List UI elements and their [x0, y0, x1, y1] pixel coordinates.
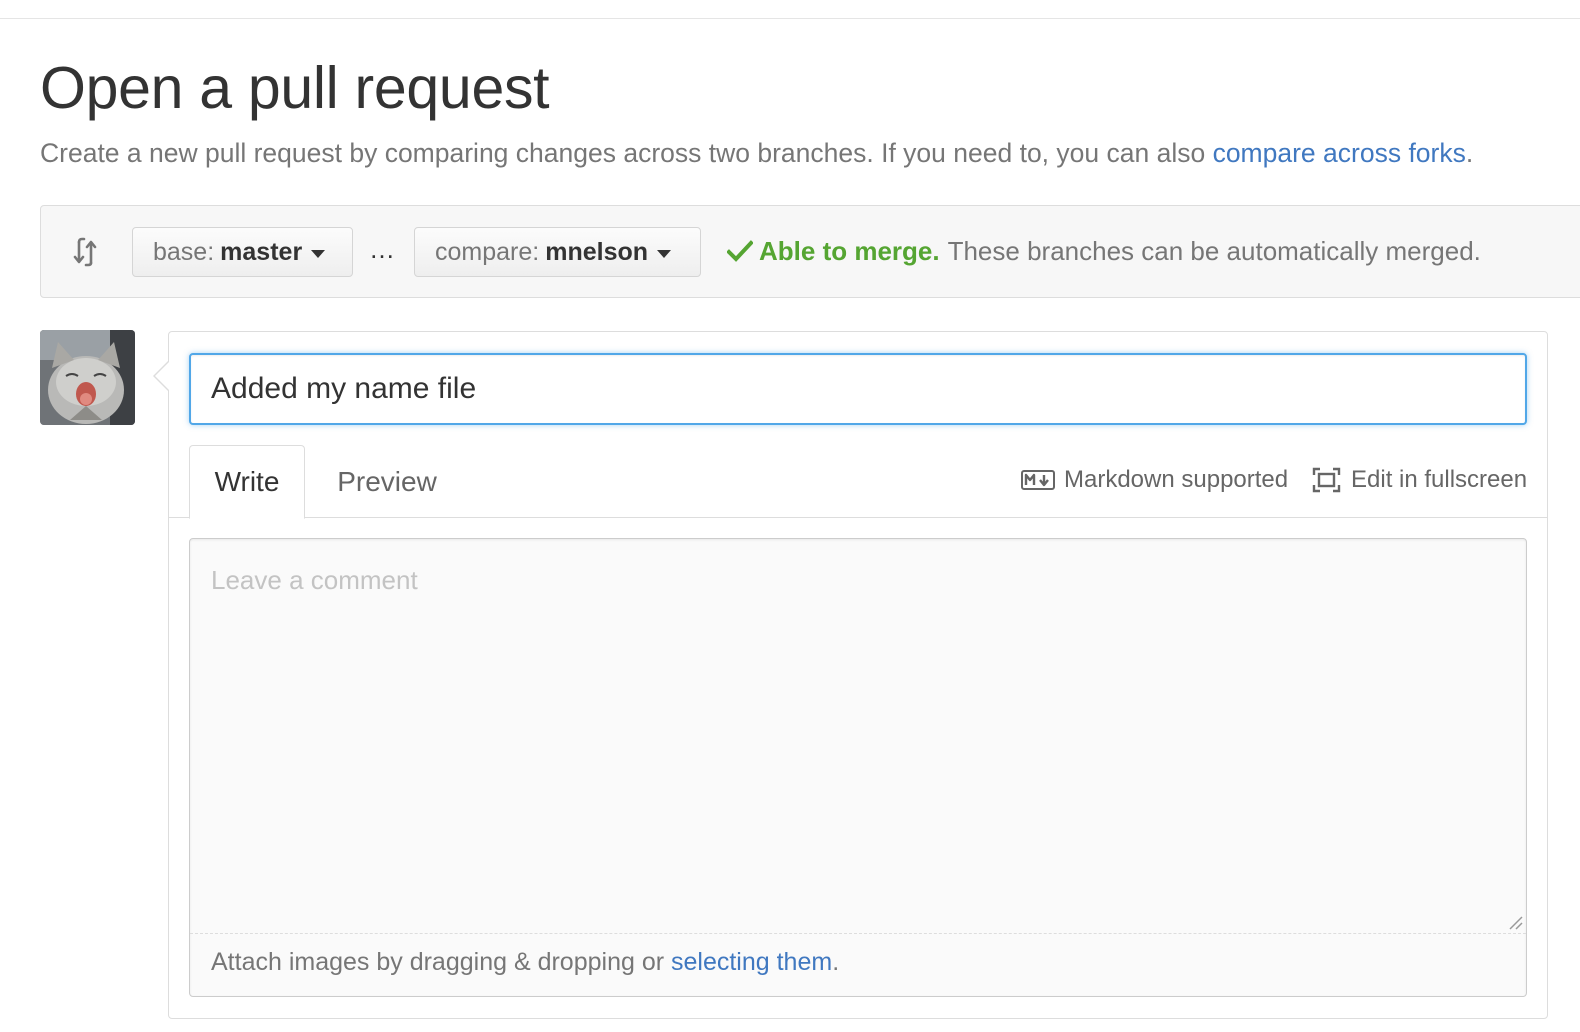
markdown-supported-link[interactable]: Markdown supported	[1021, 466, 1288, 494]
resize-handle-icon[interactable]	[1506, 913, 1524, 931]
attach-images-end: .	[832, 948, 840, 976]
edit-fullscreen-label: Edit in fullscreen	[1351, 466, 1528, 493]
branch-range-bar: base: master … compare: mnelson Able to …	[40, 205, 1580, 298]
merge-status-ok: Able to merge.	[759, 236, 940, 266]
attach-images-bar[interactable]: Attach images by dragging & dropping or …	[190, 933, 1526, 996]
range-separator: …	[369, 234, 396, 264]
page-subtitle: Create a new pull request by comparing c…	[40, 136, 1473, 170]
top-divider	[0, 18, 1580, 19]
avatar-image	[40, 330, 135, 425]
merge-status: Able to merge. These branches can be aut…	[727, 234, 1481, 268]
markdown-supported-label: Markdown supported	[1064, 466, 1289, 493]
comment-pointer-fill	[155, 361, 170, 391]
compare-branch-name: mnelson	[545, 237, 649, 266]
edit-fullscreen-button[interactable]: Edit in fullscreen	[1312, 466, 1527, 494]
pull-request-title-input[interactable]	[189, 353, 1527, 425]
compare-branch-select[interactable]: compare: mnelson	[414, 227, 701, 277]
base-branch-select[interactable]: base: master	[132, 227, 353, 277]
attach-images-text: Attach images by dragging & dropping or	[211, 948, 671, 976]
subtitle-end: .	[1465, 138, 1474, 168]
base-branch-name: master	[220, 237, 303, 266]
write-panel: Attach images by dragging & dropping or …	[189, 538, 1527, 997]
markdown-icon	[1021, 470, 1055, 490]
merge-status-detail: These branches can be automatically merg…	[947, 236, 1481, 266]
avatar[interactable]	[40, 330, 135, 425]
check-icon	[727, 240, 753, 262]
pull-request-form: Write Preview Markdown supported Edit in…	[153, 331, 1548, 1019]
git-compare-icon	[73, 237, 97, 267]
base-branch-prefix: base:	[153, 237, 215, 266]
caret-down-icon	[311, 249, 326, 258]
tab-preview[interactable]: Preview	[317, 445, 457, 518]
page-title: Open a pull request	[40, 55, 550, 121]
screen-full-icon	[1312, 467, 1341, 493]
tab-write[interactable]: Write	[189, 445, 305, 519]
select-files-link[interactable]: selecting them	[671, 948, 832, 976]
comment-body-textarea[interactable]	[190, 539, 1526, 933]
caret-down-icon	[657, 249, 672, 258]
compare-branch-prefix: compare:	[435, 237, 540, 266]
compare-across-forks-link[interactable]: compare across forks	[1213, 138, 1466, 168]
subtitle-text: Create a new pull request by comparing c…	[40, 138, 1213, 168]
